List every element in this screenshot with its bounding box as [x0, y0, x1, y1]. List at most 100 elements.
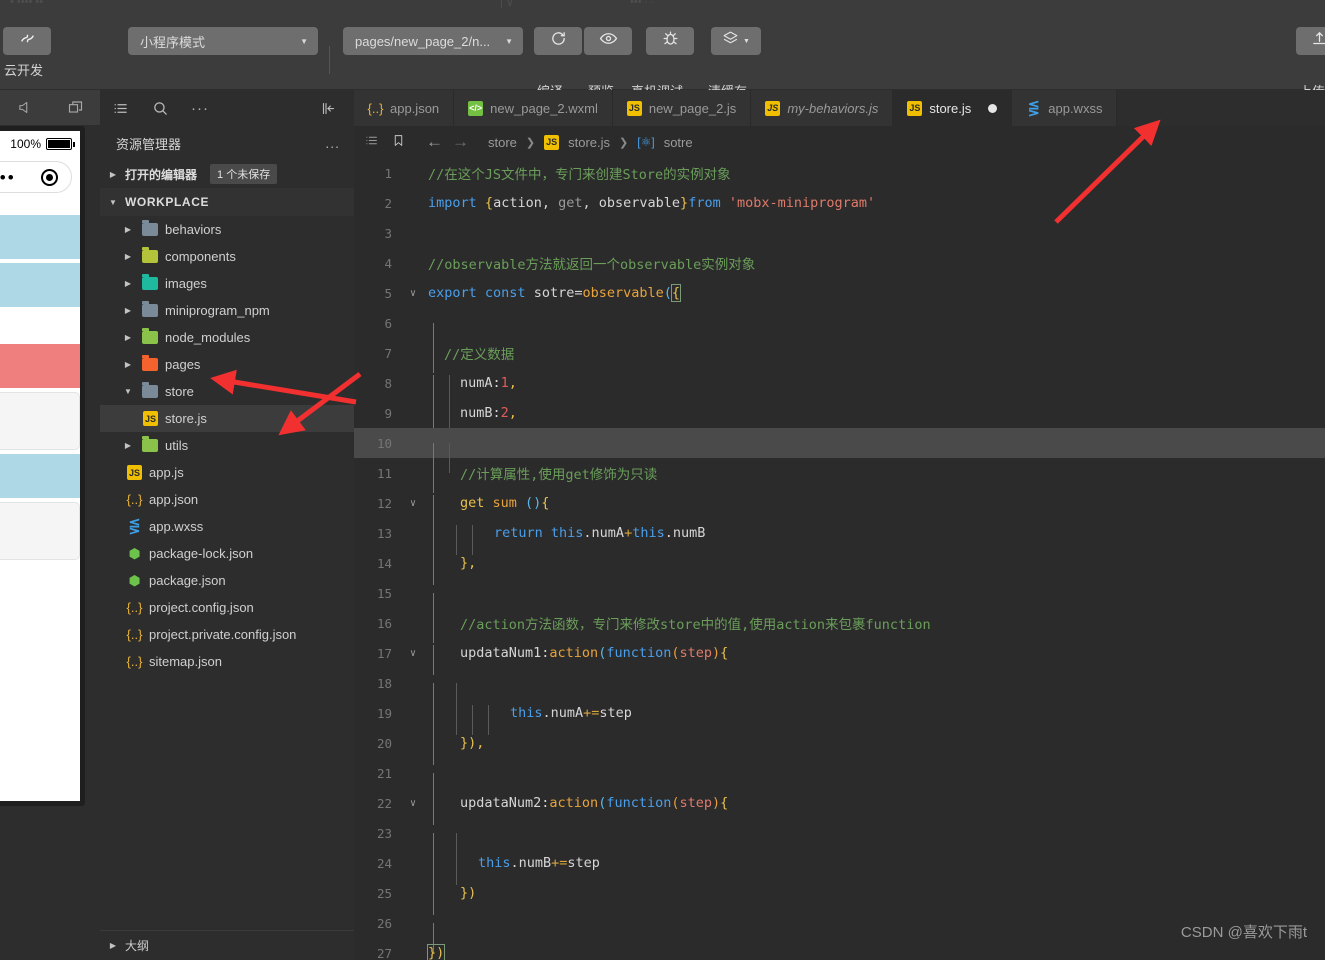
- code-line[interactable]: 15: [354, 578, 1325, 623]
- outline-list-icon[interactable]: [364, 134, 379, 150]
- page-select[interactable]: pages/new_page_2/n... ▼: [343, 27, 523, 55]
- code-line[interactable]: 16 //action方法函数，专门来修改store中的值,使用action来包…: [354, 608, 1325, 643]
- code-line[interactable]: 25 }): [354, 878, 1325, 915]
- line-number: 17: [376, 645, 392, 661]
- code-line[interactable]: 21: [354, 758, 1325, 803]
- chevron-right-icon[interactable]: ▶: [121, 360, 135, 369]
- fold-toggle[interactable]: ∨: [402, 498, 424, 509]
- file-tree-item[interactable]: ▶ images: [100, 270, 354, 297]
- code-line[interactable]: 5 ∨ export const sotre=observable({: [354, 278, 1325, 308]
- editor-panel-icon[interactable]: [55, 100, 95, 116]
- code-line[interactable]: 17 ∨ updataNum1:action(function(step){: [354, 638, 1325, 675]
- workplace-section[interactable]: ▼ WORKPLACE: [100, 188, 354, 216]
- tab-my-behaviors-js[interactable]: JS my-behaviors.js: [751, 90, 894, 126]
- main-toolbar: 云开发 小程序模式 ▼ pages/new_page_2/n... ▼ 编译: [0, 18, 1325, 99]
- chevron-right-icon[interactable]: ▶: [121, 333, 135, 342]
- file-tree-item[interactable]: ▶ node_modules: [100, 324, 354, 351]
- file-tree-item[interactable]: {..} project.config.json: [100, 594, 354, 621]
- more-icon[interactable]: ···: [180, 100, 220, 117]
- line-number: 6: [384, 315, 392, 331]
- file-tree-item[interactable]: {..} project.private.config.json: [100, 621, 354, 648]
- code-line-active[interactable]: 10: [354, 428, 1325, 473]
- code-line[interactable]: 2 import {action, get, observable}from '…: [354, 188, 1325, 218]
- code-line[interactable]: 27 }): [354, 938, 1325, 960]
- code-line[interactable]: 12 ∨ get sum (){: [354, 488, 1325, 525]
- chevron-right-icon[interactable]: ▶: [121, 306, 135, 315]
- chevron-right-icon[interactable]: ▶: [121, 225, 135, 234]
- tab-app-wxss[interactable]: ⋚ app.wxss: [1012, 90, 1118, 126]
- code-token: {: [670, 284, 682, 302]
- breadcrumb-file[interactable]: store.js: [568, 135, 610, 150]
- code-line[interactable]: 18: [354, 668, 1325, 713]
- compile-button[interactable]: [534, 27, 582, 55]
- fold-toggle[interactable]: ∨: [402, 798, 424, 809]
- simulator-icon[interactable]: [5, 100, 45, 115]
- code-line[interactable]: 13 return this.numA+this.numB: [354, 518, 1325, 555]
- code-line[interactable]: 24 this.numB+=step: [354, 848, 1325, 885]
- file-tree-item[interactable]: {..} sitemap.json: [100, 648, 354, 675]
- code-line[interactable]: 19 this.numA+=step: [354, 698, 1325, 735]
- fold-toggle[interactable]: ∨: [402, 648, 424, 659]
- bookmark-icon[interactable]: [392, 133, 405, 151]
- capsule-menu[interactable]: ••: [0, 161, 72, 193]
- tab-new-page-2-wxml[interactable]: </> new_page_2.wxml: [454, 90, 613, 126]
- code-line[interactable]: 1 //在这个JS文件中，专门来创建Store的实例对象: [354, 158, 1325, 188]
- code-token: action: [549, 795, 599, 811]
- forward-icon[interactable]: →: [452, 132, 469, 152]
- explorer-sidebar: 资源管理器 ... ▶ 打开的编辑器 1 个未保存 ▼ WORKPLACE ▶ b…: [100, 126, 354, 960]
- open-editors-section[interactable]: ▶ 打开的编辑器 1 个未保存: [100, 160, 354, 188]
- file-tree-item[interactable]: ⬢ package-lock.json: [100, 540, 354, 567]
- file-tree-item[interactable]: ▶ pages: [100, 351, 354, 378]
- unsaved-indicator[interactable]: [988, 103, 998, 113]
- code-line[interactable]: 3: [354, 218, 1325, 248]
- code-line[interactable]: 11 //计算属性,使用get修饰为只读: [354, 458, 1325, 493]
- back-icon[interactable]: ←: [426, 132, 443, 152]
- file-tree-item-label: node_modules: [165, 330, 251, 345]
- clear-cache-button[interactable]: ▼: [711, 27, 761, 55]
- breadcrumb-folder[interactable]: store: [488, 135, 517, 150]
- code-lines[interactable]: 1 //在这个JS文件中，专门来创建Store的实例对象 2 import {a…: [354, 158, 1325, 960]
- code-line[interactable]: 26: [354, 908, 1325, 953]
- code-line[interactable]: 8 numA:1,: [354, 368, 1325, 405]
- tab-new-page-2-js[interactable]: JS new_page_2.js: [612, 90, 752, 126]
- collapse-panel-icon[interactable]: [308, 101, 348, 116]
- code-line[interactable]: 22 ∨ updataNum2:action(function(step){: [354, 788, 1325, 825]
- code-line[interactable]: 6: [354, 308, 1325, 353]
- upload-button[interactable]: [1296, 27, 1325, 55]
- chevron-right-icon[interactable]: ▶: [121, 252, 135, 261]
- more-icon[interactable]: ...: [325, 135, 340, 151]
- chevron-right-icon[interactable]: ▶: [121, 441, 135, 450]
- line-number: 22: [376, 795, 392, 811]
- file-tree-item[interactable]: JS app.js: [100, 459, 354, 486]
- explorer-icon[interactable]: [100, 101, 140, 116]
- search-icon[interactable]: [140, 100, 180, 117]
- line-number: 7: [384, 345, 392, 361]
- breadcrumb-symbol[interactable]: sotre: [664, 135, 693, 150]
- code-line[interactable]: 4 //observable方法就返回一个observable实例对象: [354, 248, 1325, 278]
- code-line[interactable]: 23: [354, 818, 1325, 863]
- file-tree-item[interactable]: JS store.js: [100, 405, 354, 432]
- tab-app-json[interactable]: {..} app.json: [354, 90, 455, 126]
- file-tree-item[interactable]: ▶ miniprogram_npm: [100, 297, 354, 324]
- file-tree-item[interactable]: ▼ store: [100, 378, 354, 405]
- cloud-dev-button[interactable]: [3, 27, 51, 55]
- file-tree-item[interactable]: {..} app.json: [100, 486, 354, 513]
- code-line[interactable]: 14 },: [354, 548, 1325, 585]
- tab-store-js[interactable]: JS store.js: [893, 90, 1013, 126]
- code-token: +=: [583, 705, 600, 721]
- remote-debug-button[interactable]: [646, 27, 694, 55]
- preview-button[interactable]: [584, 27, 632, 55]
- code-line[interactable]: 20 }),: [354, 728, 1325, 765]
- outline-section[interactable]: ▶ 大纲: [100, 930, 354, 960]
- file-tree-item[interactable]: ▶ components: [100, 243, 354, 270]
- chevron-down-icon[interactable]: ▼: [121, 387, 135, 396]
- file-tree-item[interactable]: ▶ behaviors: [100, 216, 354, 243]
- file-tree-item[interactable]: ⬢ package.json: [100, 567, 354, 594]
- code-line[interactable]: 7 //定义数据: [354, 338, 1325, 373]
- chevron-right-icon[interactable]: ▶: [121, 279, 135, 288]
- file-tree-item[interactable]: ▶ utils: [100, 432, 354, 459]
- file-tree-item[interactable]: ⋚ app.wxss: [100, 513, 354, 540]
- mode-select[interactable]: 小程序模式 ▼: [128, 27, 318, 55]
- code-line[interactable]: 9 numB:2,: [354, 398, 1325, 435]
- fold-toggle[interactable]: ∨: [402, 288, 424, 299]
